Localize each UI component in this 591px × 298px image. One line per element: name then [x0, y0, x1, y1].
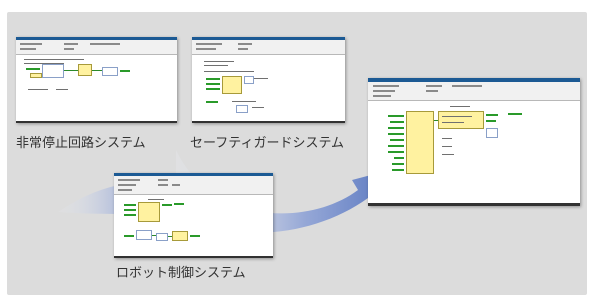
safety-guard-screenshot: [192, 37, 345, 123]
caption-robot-control: ロボット制御システム: [116, 266, 246, 281]
robot-control-screenshot: [114, 173, 273, 258]
promo-figure: 非常停止回路システム セーフティガードシステム ロボット制御システム: [0, 0, 591, 298]
caption-emergency-stop: 非常停止回路システム: [16, 136, 146, 151]
integrated-system-screenshot: [368, 78, 580, 206]
caption-safety-guard: セーフティガードシステム: [190, 136, 345, 151]
emergency-stop-screenshot: [16, 37, 177, 123]
